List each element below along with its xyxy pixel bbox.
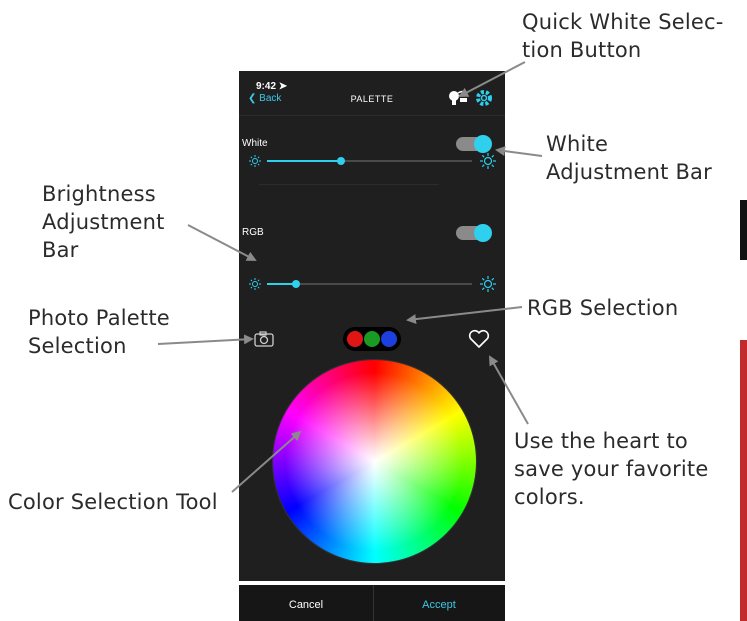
photo-palette-label-2: Selection <box>28 334 127 358</box>
cancel-button[interactable]: Cancel <box>239 599 373 611</box>
heart-label-2: save your favorite <box>514 457 709 481</box>
brightness-label-1: Brightness <box>42 182 156 206</box>
adjacent-image-edge-dark <box>740 200 747 260</box>
brightness-label-2: Adjustment <box>42 210 165 234</box>
quick-white-label-2: tion Button <box>522 38 642 62</box>
brightness-label-3: Bar <box>42 238 79 262</box>
rgb-toggle[interactable] <box>456 224 492 242</box>
photo-palette-label-1: Photo Palette <box>28 306 170 330</box>
accept-button[interactable]: Accept <box>373 599 505 611</box>
sun-icon <box>480 276 496 292</box>
bulb-icon[interactable] <box>446 87 468 116</box>
gear-icon[interactable] <box>475 89 493 112</box>
sun-icon <box>480 153 496 169</box>
adjacent-image-edge-red <box>740 340 747 621</box>
heart-label-1: Use the heart to <box>514 429 688 453</box>
header-divider <box>239 115 505 116</box>
quick-white-label-1: Quick White Selec- <box>522 10 724 34</box>
white-toggle[interactable] <box>456 135 492 153</box>
heart-icon[interactable] <box>468 329 490 354</box>
color-tool-label: Color Selection Tool <box>8 490 218 514</box>
camera-icon[interactable] <box>254 331 274 352</box>
rgb-label: RGB <box>242 227 264 238</box>
rgb-selection-toggle[interactable] <box>343 327 401 351</box>
sun-icon <box>249 155 261 167</box>
sun-icon <box>249 278 261 290</box>
white-adjust-label-1: White <box>546 132 609 156</box>
color-selection-wheel[interactable] <box>273 360 476 563</box>
rgb-selection-label: RGB Selection <box>527 296 679 320</box>
status-time: 9:42 ➤ <box>256 81 288 92</box>
heart-label-3: colors. <box>514 485 585 509</box>
white-label: White <box>242 138 268 149</box>
phone-screen: 9:42 ➤ ❮ Back PALETTE White RGB Cancel A… <box>239 71 505 621</box>
arrow-photo-palette <box>157 334 254 345</box>
action-bar: Cancel Accept <box>239 585 505 621</box>
blue-dot[interactable] <box>381 331 397 347</box>
white-adjust-label-2: Adjustment Bar <box>546 160 712 184</box>
section-divider <box>259 184 439 185</box>
white-adjustment-slider[interactable] <box>267 157 472 165</box>
brightness-adjustment-slider[interactable] <box>267 280 472 288</box>
green-dot[interactable] <box>364 331 380 347</box>
red-dot[interactable] <box>347 331 363 347</box>
